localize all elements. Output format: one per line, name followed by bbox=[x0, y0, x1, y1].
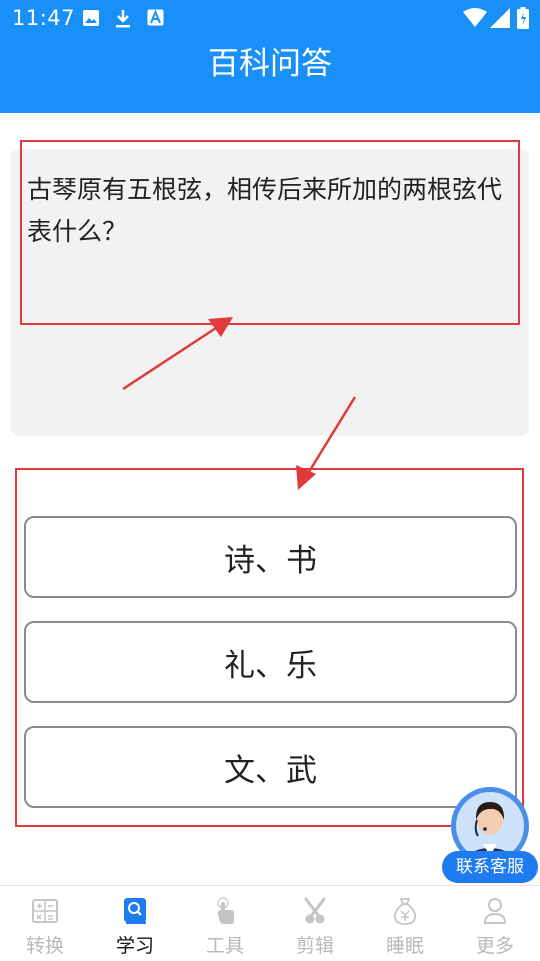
answer-option[interactable]: 诗、书 bbox=[24, 516, 517, 598]
tab-label: 更多 bbox=[475, 935, 514, 957]
tab-convert[interactable]: 转换 bbox=[0, 886, 90, 961]
tap-hand-icon bbox=[217, 897, 234, 924]
customer-service-button[interactable]: 联系客服 bbox=[442, 786, 538, 884]
tab-sleep[interactable]: 睡眠 bbox=[360, 886, 450, 961]
tab-edit[interactable]: 剪辑 bbox=[270, 886, 360, 961]
answer-option-label: 礼、乐 bbox=[224, 647, 317, 684]
tab-tools[interactable]: 工具 bbox=[180, 886, 270, 961]
person-icon bbox=[483, 898, 507, 924]
calculator-icon bbox=[32, 899, 58, 923]
tab-label: 工具 bbox=[205, 935, 244, 957]
answer-option-label: 诗、书 bbox=[224, 542, 317, 579]
arrow-head-down bbox=[296, 465, 316, 490]
arrow-line-up bbox=[122, 324, 220, 391]
answer-option-label: 文、武 bbox=[224, 752, 317, 789]
tab-label: 睡眠 bbox=[385, 935, 424, 957]
service-label: 联系客服 bbox=[442, 851, 538, 883]
tab-more[interactable]: 更多 bbox=[450, 886, 540, 961]
arrow-line-down bbox=[305, 396, 357, 476]
arrow-head-up bbox=[208, 317, 233, 337]
tab-label: 转换 bbox=[25, 935, 64, 957]
bottom-tab-bar: 转换 学习 工具 剪辑 睡眠 更多 bbox=[0, 885, 540, 960]
tab-study[interactable]: 学习 bbox=[90, 886, 180, 961]
answer-option[interactable]: 礼、乐 bbox=[24, 621, 517, 703]
tab-label: 剪辑 bbox=[295, 935, 334, 957]
book-search-icon bbox=[124, 898, 146, 924]
scissors-icon bbox=[304, 897, 326, 924]
moneybag-icon bbox=[394, 898, 416, 925]
tab-label: 学习 bbox=[115, 935, 154, 957]
